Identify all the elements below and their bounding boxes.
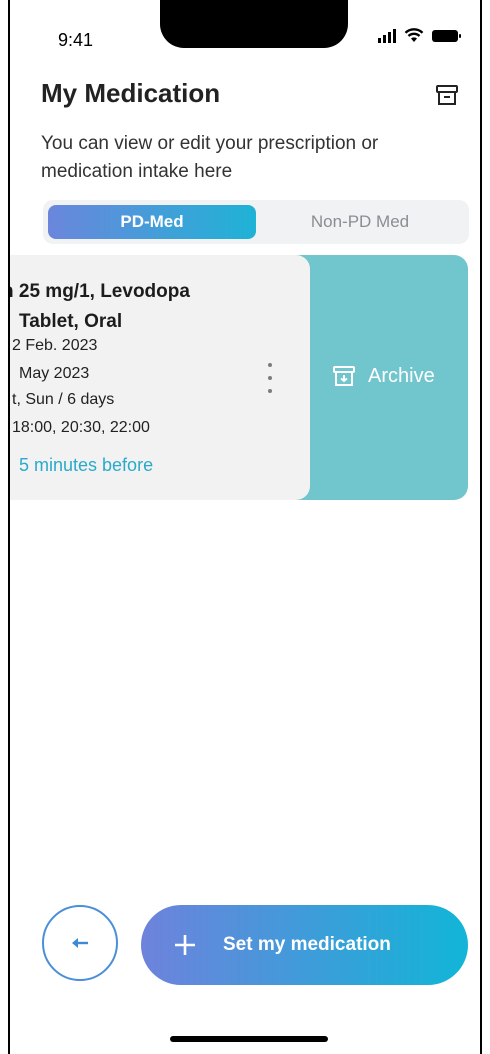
archive-label: Archive [368, 364, 435, 387]
intake-times: 18:00, 20:30, 22:00 [12, 419, 150, 436]
archive-icon[interactable] [434, 82, 460, 108]
wifi-icon [404, 28, 424, 42]
set-medication-label: Set my medication [223, 934, 391, 955]
medication-name: n 25 mg/1, Levodopa Tablet, Oral [8, 277, 190, 337]
medication-name-line2: Tablet, Oral [19, 311, 123, 332]
status-time: 9:41 [58, 30, 94, 50]
archive-icon [333, 366, 355, 386]
status-icons [378, 28, 461, 43]
signal-icon [378, 28, 396, 43]
start-date: 2 Feb. 2023 [12, 337, 98, 354]
archive-button[interactable]: Archive [332, 364, 435, 388]
medication-type-tabs: PD-Med Non-PD Med [43, 200, 469, 244]
back-button[interactable] [42, 905, 118, 981]
notch [160, 0, 348, 48]
medication-card[interactable]: n 25 mg/1, Levodopa Tablet, Oral 2 Feb. … [8, 255, 310, 500]
set-medication-button[interactable]: Set my medication [141, 905, 468, 985]
reminder-text: 5 minutes before [19, 455, 154, 475]
plus-icon [175, 935, 195, 955]
tab-non-pd-med[interactable]: Non-PD Med [256, 205, 464, 239]
medication-name-line1: n 25 mg/1, Levodopa [8, 281, 190, 302]
intake-days: t, Sun / 6 days [12, 391, 115, 408]
battery-icon [432, 29, 461, 42]
end-date: May 2023 [19, 365, 90, 382]
phone-screen: 9:41 My Medication You can view or edit … [8, 0, 482, 1054]
arrow-left-icon [72, 938, 88, 948]
page-title: My Medication [41, 78, 221, 108]
tab-pd-med[interactable]: PD-Med [48, 205, 256, 239]
home-indicator [170, 1036, 328, 1042]
page-subtitle: You can view or edit your prescription o… [41, 133, 379, 182]
more-options-icon[interactable] [260, 363, 280, 393]
